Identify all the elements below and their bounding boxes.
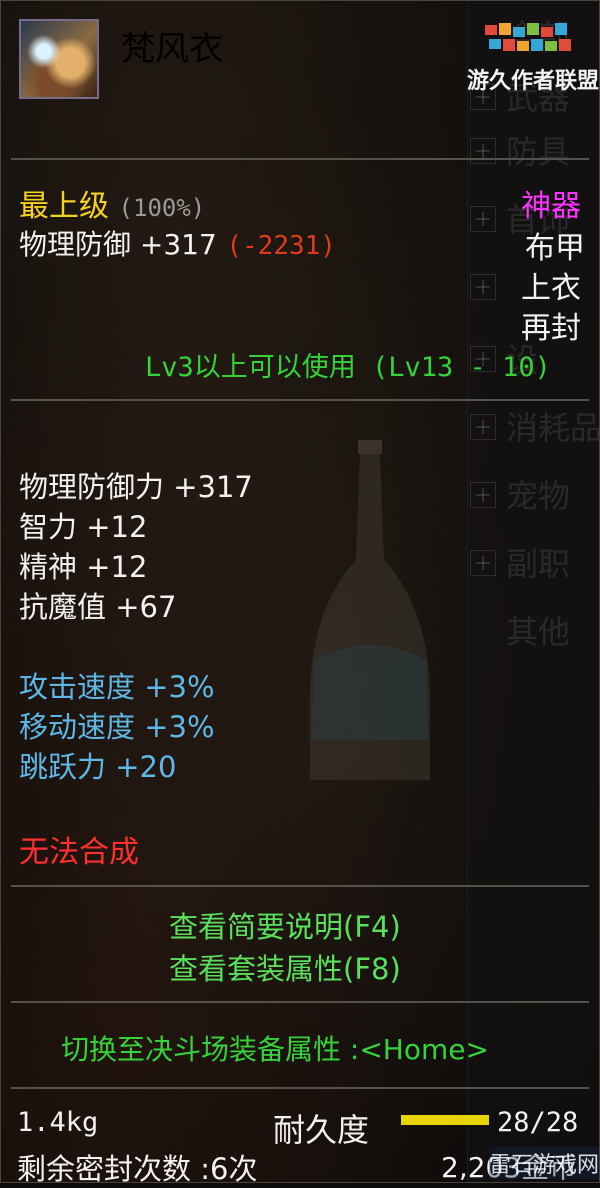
stat-attack-speed: 攻击速度 +3%: [19, 670, 215, 704]
divider: [11, 158, 589, 160]
item-slot: 上衣: [521, 271, 581, 306]
view-brief-link[interactable]: 查看简要说明(F4): [169, 904, 401, 946]
view-set-link[interactable]: 查看套装属性(F8): [169, 946, 401, 988]
item-rarity: 神器: [521, 189, 581, 224]
seal-count: 剩余密封次数 :6次: [17, 1152, 258, 1186]
stat-move-speed: 移动速度 +3%: [19, 710, 215, 744]
grade-percent: (100%): [118, 194, 206, 222]
stat-spirit: 精神 +12: [19, 550, 148, 584]
publisher-logo: [485, 23, 571, 51]
item-tooltip: 梵风衣 游久作者联盟 最上级 (100%) 神器 物理防御 +317 (-223…: [0, 0, 600, 1186]
durability-label: 耐久度: [273, 1111, 370, 1149]
durability-bar: [401, 1115, 489, 1125]
item-grade: 最上级 (100%): [19, 181, 205, 225]
item-material: 布甲: [525, 231, 585, 266]
watermark-bottom: 雷石游戏网: [489, 1147, 600, 1179]
stat-intelligence: 智力 +12: [19, 510, 148, 544]
grade-label: 最上级: [19, 189, 109, 224]
divider: [11, 1001, 589, 1003]
durability-value: 28/28: [497, 1107, 579, 1138]
item-weight: 1.4kg: [17, 1107, 99, 1138]
switch-arena-link[interactable]: 切换至决斗场装备属性 :<Home>: [61, 1028, 489, 1068]
stat-magic-resist: 抗魔值 +67: [19, 590, 177, 624]
item-seal-status: 再封: [521, 311, 581, 346]
defense-label: 物理防御 +317: [19, 228, 217, 261]
defense-diff: (-2231): [226, 231, 336, 261]
level-requirement: Lv3以上可以使用 (Lv13 - 10): [145, 352, 551, 383]
stat-defense: 物理防御力 +317: [19, 470, 253, 504]
divider: [11, 399, 589, 401]
divider: [11, 1087, 589, 1089]
stat-jump: 跳跃力 +20: [19, 750, 177, 784]
watermark-top: 游久作者联盟: [467, 69, 600, 94]
item-icon: [19, 19, 99, 99]
item-name: 梵风衣: [121, 29, 223, 69]
synthesis-status: 无法合成: [19, 835, 139, 870]
defense-line: 物理防御 +317 (-2231): [19, 223, 336, 263]
divider: [11, 885, 589, 887]
